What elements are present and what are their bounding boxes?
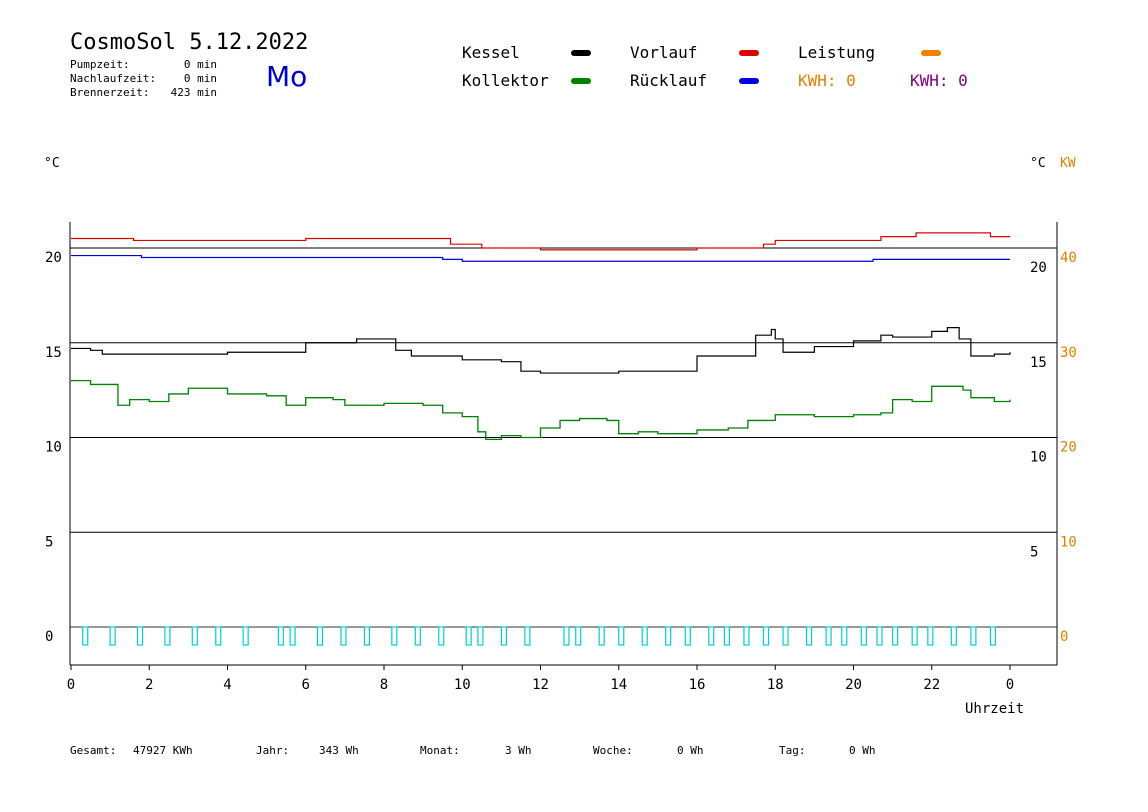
y-left-tick-label: 5 bbox=[45, 534, 53, 550]
footer-gesamt-value: 47927 KWh bbox=[133, 744, 193, 757]
pump-pulse-mark bbox=[684, 626, 691, 646]
pump-pulse-mark bbox=[289, 626, 296, 646]
footer-woche-label: Woche: bbox=[593, 744, 633, 757]
pump-pulse-mark bbox=[927, 626, 934, 646]
x-tick-label: 8 bbox=[380, 677, 388, 693]
y-kw-tick-label: 40 bbox=[1060, 250, 1077, 266]
pump-pulse-mark bbox=[414, 626, 421, 646]
pump-pulse-mark bbox=[970, 626, 977, 646]
pump-pulse-mark bbox=[316, 626, 324, 646]
pump-pulse-mark bbox=[860, 626, 867, 646]
pump-pulse-mark bbox=[841, 626, 848, 646]
footer-tag-label: Tag: bbox=[779, 744, 806, 757]
pump-pulse-mark bbox=[708, 626, 715, 646]
pump-pulse-mark bbox=[805, 626, 813, 646]
pump-pulse-mark bbox=[950, 626, 957, 646]
y-kw-tick-label: 20 bbox=[1060, 440, 1077, 456]
series-kollektor bbox=[71, 380, 1011, 441]
pump-pulse-mark bbox=[500, 626, 507, 646]
x-tick-label: 18 bbox=[767, 677, 784, 693]
y-kw-tick-label: 30 bbox=[1060, 345, 1077, 361]
x-tick-label: 22 bbox=[923, 677, 940, 693]
pump-pulse-mark bbox=[242, 626, 249, 646]
y-kw-tick-label: 10 bbox=[1060, 534, 1077, 550]
pump-pulse-mark bbox=[391, 626, 398, 646]
footer-woche-value: 0 Wh bbox=[677, 744, 704, 757]
pump-pulse-mark bbox=[989, 626, 997, 646]
pump-pulse-mark bbox=[477, 626, 484, 646]
y-kw-tick-label: 0 bbox=[1060, 629, 1068, 645]
pump-pulse-mark bbox=[563, 626, 570, 646]
x-tick-label: 0 bbox=[67, 677, 75, 693]
footer-jahr-label: Jahr: bbox=[256, 744, 290, 757]
pump-pulse-mark bbox=[723, 626, 730, 646]
pump-pulse-mark bbox=[363, 626, 371, 646]
pump-pulse-mark bbox=[215, 626, 222, 646]
x-tick-label: 12 bbox=[532, 677, 549, 693]
x-tick-label: 6 bbox=[302, 677, 310, 693]
footer-monat-value: 3 Wh bbox=[505, 744, 532, 757]
x-axis-label: Uhrzeit bbox=[965, 701, 1025, 717]
series-ruecklauf bbox=[71, 254, 1010, 262]
pump-pulse-mark bbox=[743, 626, 750, 646]
y-left-tick-label: 20 bbox=[45, 250, 62, 266]
pump-pulse-mark bbox=[641, 626, 648, 646]
x-tick-label: 10 bbox=[454, 677, 471, 693]
pump-pulse-mark bbox=[911, 626, 918, 646]
series-vorlauf bbox=[71, 232, 1010, 251]
pump-pulse-mark bbox=[277, 626, 284, 646]
footer-gesamt-label: Gesamt: bbox=[70, 744, 117, 757]
footer-monat-label: Monat: bbox=[420, 744, 460, 757]
x-tick-label: 16 bbox=[689, 677, 706, 693]
pump-pulse-mark bbox=[618, 626, 625, 646]
x-tick-label: 0 bbox=[1006, 677, 1014, 693]
pump-pulse-mark bbox=[825, 626, 832, 646]
pump-pulse-mark bbox=[82, 626, 89, 646]
x-tick-label: 20 bbox=[845, 677, 862, 693]
x-tick-label: 14 bbox=[610, 677, 627, 693]
pump-pulse-mark bbox=[598, 626, 605, 646]
pump-pulse-mark bbox=[575, 626, 582, 646]
y-right-tick-label: 15 bbox=[1030, 355, 1047, 371]
pump-pulse-mark bbox=[109, 626, 116, 646]
footer-tag-value: 0 Wh bbox=[849, 744, 876, 757]
footer-jahr-value: 343 Wh bbox=[319, 744, 359, 757]
y-left-tick-label: 0 bbox=[45, 629, 53, 645]
pump-pulse-mark bbox=[665, 626, 672, 646]
pump-pulse-mark bbox=[782, 626, 789, 646]
y-right-tick-label: 5 bbox=[1030, 544, 1038, 560]
pump-pulse-mark bbox=[340, 626, 347, 646]
pump-pulse-mark bbox=[191, 626, 198, 646]
pump-pulse-mark bbox=[762, 626, 770, 646]
temperature-chart: 0 2 4 6 8 10 12 14 16 18 20 22 0 20 15 10 5 0 20 15 10 5 40 30 2… bbox=[45, 222, 1077, 693]
x-tick-label: 4 bbox=[223, 677, 231, 693]
series-kessel bbox=[71, 326, 1011, 374]
pump-pulse-mark bbox=[136, 626, 144, 646]
pump-pulse-mark bbox=[876, 626, 883, 646]
y-right-tick-label: 10 bbox=[1030, 450, 1047, 466]
y-left-tick-label: 15 bbox=[45, 345, 62, 361]
pump-pulse-mark bbox=[164, 626, 171, 646]
x-tick-label: 2 bbox=[145, 677, 153, 693]
y-left-tick-label: 10 bbox=[45, 440, 62, 456]
pump-pulse-mark bbox=[438, 626, 445, 646]
y-right-tick-label: 20 bbox=[1030, 260, 1047, 276]
pump-pulse-mark bbox=[892, 626, 899, 646]
pump-pulse-mark bbox=[465, 626, 472, 646]
pump-pulse-mark bbox=[524, 626, 531, 646]
